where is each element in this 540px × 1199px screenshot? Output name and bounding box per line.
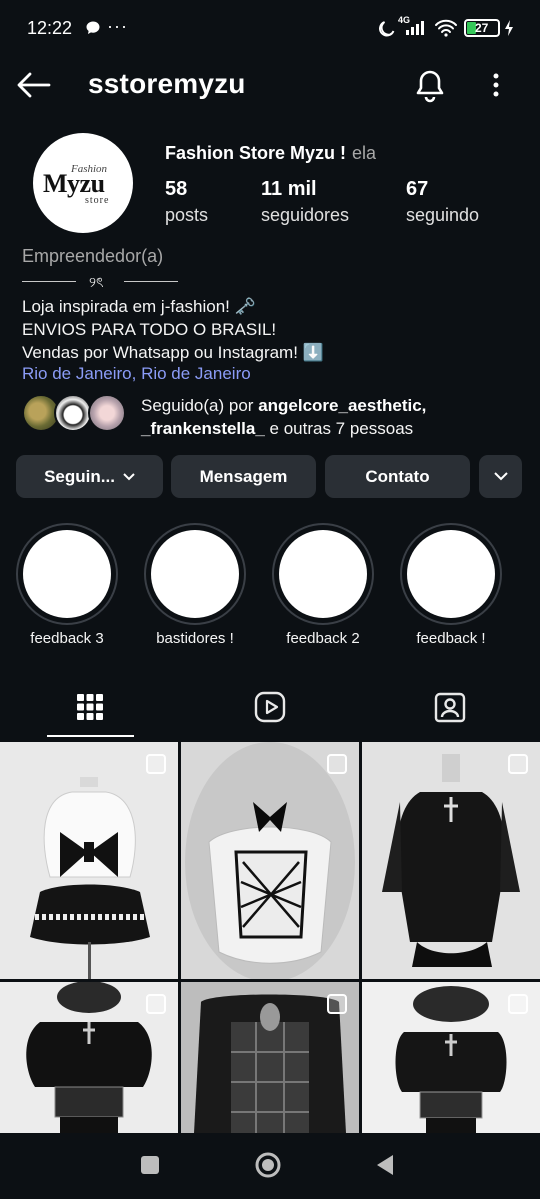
battery-level: 27 (475, 21, 489, 35)
story-highlight[interactable] (16, 523, 118, 625)
followed-by-prefix: Seguido(a) por (141, 396, 259, 415)
bio-divider-left (22, 281, 76, 282)
bio-line: Vendas por Whatsapp ou Instagram! ⬇️ (22, 343, 324, 362)
multi-select-checkbox[interactable] (146, 754, 166, 774)
profile-location-link[interactable]: Rio de Janeiro, Rio de Janeiro (22, 364, 251, 384)
tab-reels[interactable] (240, 688, 300, 726)
moon-icon (379, 21, 395, 37)
highlight-label: bastidores ! (156, 630, 234, 647)
multi-select-checkbox[interactable] (146, 994, 166, 1014)
back-triangle-icon[interactable] (374, 1153, 396, 1177)
multi-select-checkbox[interactable] (508, 994, 528, 1014)
story-highlight[interactable] (144, 523, 246, 625)
logo-small-bottom: store (85, 195, 110, 206)
story-highlight[interactable] (400, 523, 502, 625)
tagged-icon (434, 692, 466, 723)
mutual-follower-avatar[interactable] (54, 394, 92, 432)
contact-button[interactable]: Contato (325, 455, 470, 498)
profile-avatar[interactable]: Fashion Myzu store (33, 133, 133, 233)
stat-value: 58 (165, 178, 188, 200)
post-image-white-corset (185, 742, 355, 979)
followed-by-user: _frankenstella_ (141, 419, 265, 438)
stat-label: posts (165, 205, 209, 225)
bio-line: ENVIOS PARA TODO O BRASIL! (22, 320, 277, 339)
profile-full-name: Fashion Store Myzu ! ela (165, 143, 376, 164)
contact-button-label: Contato (365, 466, 430, 486)
grid-icon (77, 694, 103, 720)
tab-tagged[interactable] (420, 688, 480, 726)
profile-bio: Loja inspirada em j-fashion! 🗝️ ENVIOS P… (22, 295, 324, 364)
stat-value: 67 (406, 178, 429, 200)
post-thumbnail[interactable] (181, 982, 359, 1133)
battery-icon: 27 (464, 19, 500, 37)
bio-divider-right (124, 281, 178, 282)
signal-icon (406, 21, 424, 35)
full-name-text: Fashion Store Myzu ! (165, 143, 347, 163)
wifi-icon (435, 19, 457, 37)
highlight-label: feedback 2 (286, 630, 360, 647)
following-button[interactable]: Seguin... (16, 455, 163, 498)
multi-select-checkbox[interactable] (508, 754, 528, 774)
status-more-dots: ··· (107, 16, 128, 36)
bio-divider-symbol: ୨ৎ (89, 274, 104, 290)
stat-label: seguindo (406, 205, 480, 225)
highlight-cover (407, 530, 495, 618)
home-circle-icon[interactable] (254, 1151, 282, 1179)
stat-value: 11 mil (261, 178, 317, 200)
status-time: 12:22 (27, 18, 73, 38)
profile-username: sstoremyzu (88, 68, 246, 99)
message-button-label: Mensagem (199, 466, 288, 486)
stat-label: seguidores (261, 205, 350, 225)
post-thumbnail[interactable] (362, 982, 540, 1133)
post-thumbnail[interactable] (0, 742, 178, 979)
highlight-label: feedback 3 (30, 630, 104, 647)
mutual-follower-avatar[interactable] (88, 394, 126, 432)
following-button-label: Seguin... (44, 466, 115, 486)
stat-following[interactable]: 67 seguindo (406, 178, 479, 226)
post-thumbnail[interactable] (362, 742, 540, 979)
profile-category: Empreendedor(a) (22, 246, 164, 266)
highlight-cover (279, 530, 367, 618)
message-button[interactable]: Mensagem (171, 455, 316, 498)
story-highlight[interactable] (272, 523, 374, 625)
pronoun-text: ela (352, 143, 377, 163)
active-tab-indicator (47, 735, 134, 737)
followed-by-suffix: e outras 7 pessoas (264, 419, 414, 438)
stat-followers[interactable]: 11 mil seguidores (261, 178, 349, 226)
status-bar: 12:22 ··· 4G 27 (0, 0, 540, 58)
highlight-label: feedback ! (416, 630, 486, 647)
charging-bolt-icon (505, 20, 513, 36)
highlight-cover (151, 530, 239, 618)
post-image-black-blouse-cross (382, 754, 520, 967)
post-thumbnail[interactable] (0, 982, 178, 1133)
chevron-down-icon (493, 472, 508, 481)
recent-apps-icon[interactable] (141, 1156, 159, 1174)
system-navigation-bar (0, 1133, 540, 1199)
suggested-accounts-button[interactable] (479, 455, 522, 498)
notification-bell-icon[interactable] (414, 69, 446, 103)
multi-select-checkbox[interactable] (327, 994, 347, 1014)
back-arrow-icon[interactable] (17, 72, 51, 98)
multi-select-checkbox[interactable] (327, 754, 347, 774)
highlight-cover (23, 530, 111, 618)
reels-icon (254, 691, 286, 723)
more-options-icon[interactable] (487, 71, 505, 99)
post-thumbnail[interactable] (181, 742, 359, 979)
chevron-down-icon (123, 472, 135, 480)
bio-line: Loja inspirada em j-fashion! 🗝️ (22, 297, 256, 316)
followed-by-text[interactable]: Seguido(a) por angelcore_aesthetic, _fra… (141, 394, 426, 440)
followed-by-user: angelcore_aesthetic, (258, 396, 427, 415)
chat-bubble-icon (86, 21, 100, 34)
stat-posts[interactable]: 58 posts (165, 178, 208, 226)
tab-posts-grid[interactable] (60, 688, 120, 726)
post-image-lolita-dress-bow (30, 777, 150, 979)
